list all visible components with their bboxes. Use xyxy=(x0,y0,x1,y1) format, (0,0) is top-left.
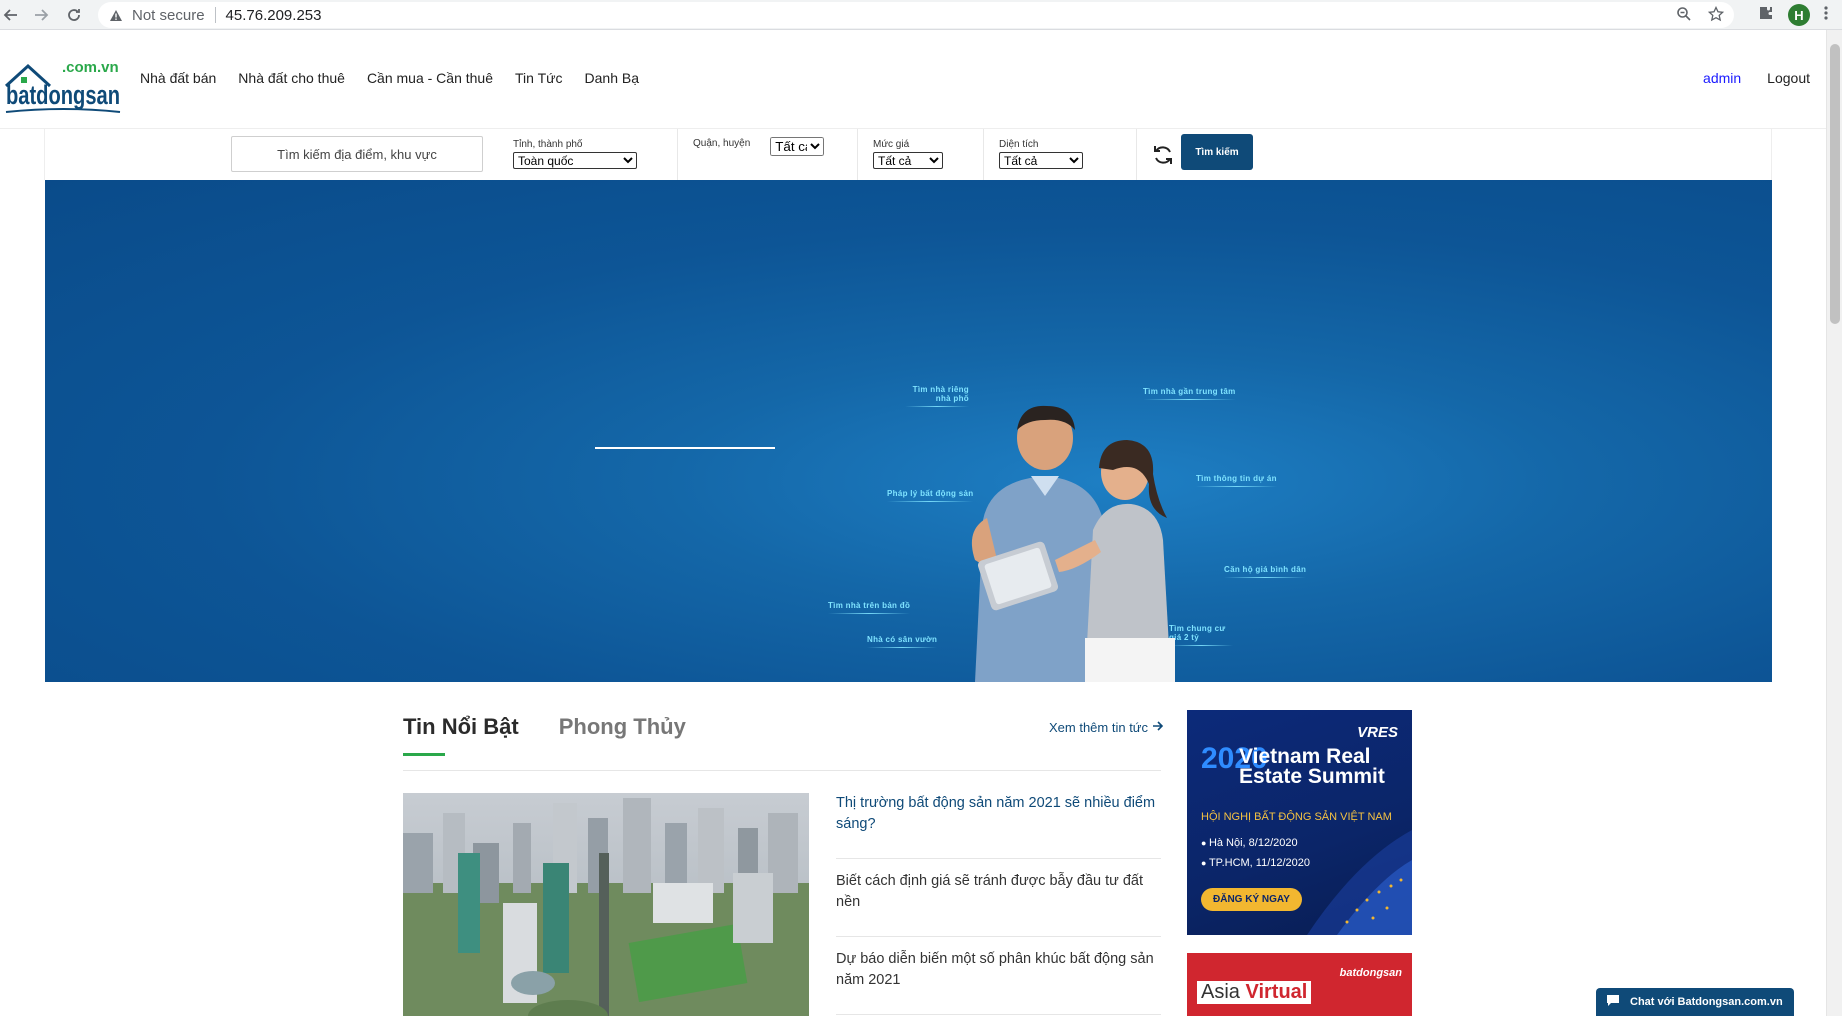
browser-toolbar: Not secure 45.76.209.253 H xyxy=(0,0,1842,30)
warning-icon xyxy=(108,7,124,23)
omnibox-actions xyxy=(1676,5,1725,26)
chat-label: Chat với Batdongsan.com.vn xyxy=(1630,996,1783,1008)
tabs-divider xyxy=(403,770,1161,771)
search-bar: Tỉnh, thành phố Toàn quốc Quận, huyện Tấ… xyxy=(44,129,1772,185)
district-select[interactable]: Tất cả xyxy=(770,137,825,156)
news-item-title[interactable]: Biết cách định giá sẽ tránh được bẫy đầu… xyxy=(836,871,1161,913)
expo-title: Asia Virtual xyxy=(1197,981,1312,1004)
price-select[interactable]: Tất cả xyxy=(873,152,943,169)
page-scrollbar[interactable] xyxy=(1826,30,1842,1016)
news-tabs: Tin Nổi Bật Phong Thủy xyxy=(403,714,686,740)
bookmark-star-icon[interactable] xyxy=(1707,5,1725,26)
search-button[interactable]: Tìm kiếm xyxy=(1181,134,1253,170)
summit-year: 2020 xyxy=(1201,742,1268,775)
district-label: Quận, huyện xyxy=(693,138,751,149)
summit-register-button[interactable]: ĐĂNG KÝ NGAY xyxy=(1201,888,1302,911)
more-news-label: Xem thêm tin tức xyxy=(1049,720,1149,735)
province-filter: Tỉnh, thành phố Toàn quốc xyxy=(513,139,637,169)
logo-wordmark-text: batdongsan xyxy=(6,80,120,110)
chat-bubble-icon xyxy=(1606,994,1620,1010)
news-item[interactable]: Dự báo diễn biến một số phân khúc bất độ… xyxy=(836,949,1161,1015)
logo-domain-text: .com.vn xyxy=(62,59,119,76)
hero-couple-image xyxy=(935,400,1235,682)
zoom-icon[interactable] xyxy=(1676,6,1692,26)
area-select[interactable]: Tất cả xyxy=(999,152,1083,169)
price-label: Mức giá xyxy=(873,139,910,150)
tab-tin-noi-bat[interactable]: Tin Nổi Bật xyxy=(403,714,519,740)
expo-title-part: Virtual xyxy=(1245,981,1308,1003)
news-item-title[interactable]: Thị trường bất động sản năm 2021 sẽ nhiề… xyxy=(836,793,1161,835)
filter-divider xyxy=(677,129,678,180)
expo-brand: batdongsan xyxy=(1339,967,1402,979)
summit-city: Hà Nội, 8/12/2020 xyxy=(1201,837,1298,849)
expo-ad-banner[interactable]: batdongsan Asia Virtual xyxy=(1187,953,1412,1016)
area-label: Diện tích xyxy=(999,139,1039,150)
filter-divider xyxy=(983,129,984,180)
province-select[interactable]: Toàn quốc xyxy=(513,152,637,169)
hero-tag: Nhà có sân vườn xyxy=(867,635,937,648)
site-header: .com.vn batdongsan Nhà đất bán Nhà đất c… xyxy=(0,30,1826,129)
summit-title: Vietnam Real Estate Summit xyxy=(1239,745,1385,788)
security-label[interactable]: Not secure xyxy=(132,7,205,24)
extensions-icon[interactable] xyxy=(1758,5,1774,26)
price-filter: Mức giá Tất cả xyxy=(873,139,943,169)
news-item-title[interactable]: Dự báo diễn biến một số phân khúc bất độ… xyxy=(836,949,1161,991)
back-icon[interactable] xyxy=(0,4,22,26)
url-text[interactable]: 45.76.209.253 xyxy=(226,7,322,24)
admin-link[interactable]: admin xyxy=(1703,70,1741,86)
address-separator xyxy=(214,7,216,23)
province-label: Tỉnh, thành phố xyxy=(513,139,583,150)
news-item[interactable]: Biết cách định giá sẽ tránh được bẫy đầu… xyxy=(836,871,1161,937)
user-nav: admin Logout xyxy=(1703,70,1810,86)
filter-divider xyxy=(857,129,858,180)
hero-banner: Tìm nhà riêng nhà phố Tìm nhà gần trung … xyxy=(45,180,1772,682)
nav-tin-tuc[interactable]: Tin Tức xyxy=(515,70,563,86)
hero-divider-line xyxy=(595,447,775,449)
tab-phong-thuy[interactable]: Phong Thủy xyxy=(559,714,686,740)
chat-widget[interactable]: Chat với Batdongsan.com.vn xyxy=(1596,988,1794,1016)
nav-danh-ba[interactable]: Danh Bạ xyxy=(585,70,639,86)
hero-tag: Căn hộ giá bình dân xyxy=(1224,565,1306,578)
filter-divider xyxy=(1136,129,1137,180)
profile-avatar[interactable]: H xyxy=(1788,4,1810,26)
nav-nha-dat-cho-thue[interactable]: Nhà đất cho thuê xyxy=(238,70,345,86)
arrow-right-icon xyxy=(1152,720,1164,735)
nav-nha-dat-ban[interactable]: Nhà đất bán xyxy=(140,70,216,86)
area-filter: Diện tích Tất cả xyxy=(999,139,1083,169)
nav-can-mua-can-thue[interactable]: Cần mua - Cần thuê xyxy=(367,70,493,86)
logout-link[interactable]: Logout xyxy=(1767,70,1810,86)
menu-kebab-icon[interactable] xyxy=(1824,5,1828,26)
site-logo[interactable]: .com.vn batdongsan xyxy=(4,50,121,116)
location-search-input[interactable] xyxy=(231,136,483,172)
expo-title-part: Asia xyxy=(1201,981,1240,1003)
reset-filters-icon[interactable] xyxy=(1151,143,1175,167)
browser-actions: H xyxy=(1758,0,1842,30)
hero-tag: Tìm nhà gần trung tâm xyxy=(1143,387,1236,400)
scrollbar-thumb[interactable] xyxy=(1830,44,1840,324)
main-nav: Nhà đất bán Nhà đất cho thuê Cần mua - C… xyxy=(140,70,661,86)
news-list: Thị trường bất động sản năm 2021 sẽ nhiề… xyxy=(836,793,1161,1027)
more-news-link[interactable]: Xem thêm tin tức xyxy=(1049,720,1164,735)
featured-news-image[interactable] xyxy=(403,793,809,1016)
active-tab-indicator xyxy=(403,753,445,756)
summit-subtitle: HỘI NGHỊ BẤT ĐỘNG SẢN VIỆT NAM xyxy=(1201,811,1392,823)
hero-tag: Tìm nhà trên bản đồ xyxy=(828,601,910,614)
vres-logo: VRES xyxy=(1357,724,1398,741)
reload-icon[interactable] xyxy=(63,4,85,26)
address-bar[interactable]: Not secure 45.76.209.253 xyxy=(98,2,1734,28)
summit-ad-banner[interactable]: VRES 2020 Vietnam Real Estate Summit HỘI… xyxy=(1187,710,1412,935)
district-filter: Quận, huyện Tất cả xyxy=(693,137,825,156)
news-item[interactable]: Thị trường bất động sản năm 2021 sẽ nhiề… xyxy=(836,793,1161,859)
forward-icon[interactable] xyxy=(30,4,52,26)
summit-city: TP.HCM, 11/12/2020 xyxy=(1201,857,1310,869)
